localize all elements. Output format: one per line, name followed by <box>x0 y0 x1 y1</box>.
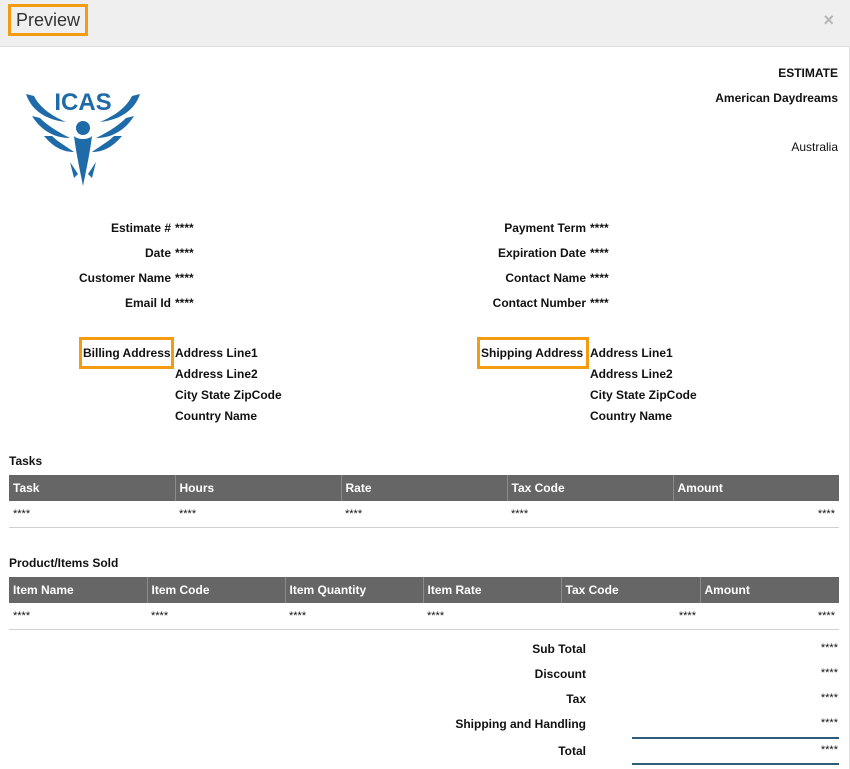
hours-cell: **** <box>175 501 341 528</box>
billing-address-line2: Address Line2 <box>175 367 258 381</box>
shipping-city-state-zip: City State ZipCode <box>590 388 697 402</box>
item-name-cell: **** <box>9 603 147 630</box>
company-country: Australia <box>791 140 838 154</box>
document-type: ESTIMATE <box>778 66 838 80</box>
company-name: American Daydreams <box>715 91 838 105</box>
preview-modal: Preview × ICAS ESTIMATE American Daydrea… <box>0 0 850 769</box>
contact-name-value: **** <box>590 271 609 285</box>
tasks-col-hours: Hours <box>175 475 342 501</box>
email-id-label: Email Id <box>124 296 171 310</box>
discount-value: **** <box>820 667 838 679</box>
customer-name-value: **** <box>175 271 194 285</box>
amount-cell: **** <box>673 501 839 528</box>
logo-text: ICAS <box>54 89 111 116</box>
company-logo: ICAS <box>26 89 140 186</box>
item-rate-cell: **** <box>423 603 561 630</box>
shipping-country: Country Name <box>590 409 673 423</box>
modal-title: Preview <box>8 4 89 36</box>
total-bottom-divider <box>632 763 839 765</box>
tasks-table: Task Hours Rate Tax Code Amount **** ***… <box>9 475 839 528</box>
products-col-item-rate: Item Rate <box>423 577 562 603</box>
total-label: Total <box>558 744 586 758</box>
tasks-title: Tasks <box>9 454 43 468</box>
billing-city-state-zip: City State ZipCode <box>175 388 282 402</box>
estimate-number-label: Estimate # <box>110 221 171 235</box>
amount-cell: **** <box>700 603 839 630</box>
contact-number-label: Contact Number <box>492 296 586 310</box>
subtotal-label: Sub Total <box>532 642 586 656</box>
tasks-col-tax-code: Tax Code <box>507 475 674 501</box>
tax-code-cell: **** <box>507 501 673 528</box>
products-col-item-code: Item Code <box>147 577 286 603</box>
date-label: Date <box>144 246 171 260</box>
date-value: **** <box>175 246 194 260</box>
total-value: **** <box>820 744 838 756</box>
tasks-col-amount: Amount <box>673 475 839 501</box>
billing-address-line1: Address Line1 <box>175 346 258 360</box>
shipping-address-label: Shipping Address <box>477 337 589 369</box>
subtotal-value: **** <box>820 642 838 654</box>
expiration-date-value: **** <box>590 246 609 260</box>
tax-code-cell: **** <box>561 603 700 630</box>
billing-address-label: Billing Address <box>79 337 174 369</box>
estimate-number-value: **** <box>175 221 194 235</box>
tasks-col-rate: Rate <box>341 475 508 501</box>
discount-label: Discount <box>534 667 586 681</box>
shipping-handling-value: **** <box>820 717 838 729</box>
tax-value: **** <box>820 692 838 704</box>
modal-header: Preview × <box>0 0 850 47</box>
payment-term-value: **** <box>590 221 609 235</box>
tasks-header-row: Task Hours Rate Tax Code Amount <box>9 475 839 501</box>
billing-country: Country Name <box>175 409 258 423</box>
contact-name-label: Contact Name <box>505 271 586 285</box>
table-row: **** **** **** **** **** **** <box>9 603 839 630</box>
item-quantity-cell: **** <box>285 603 423 630</box>
products-table: Item Name Item Code Item Quantity Item R… <box>9 577 839 630</box>
customer-name-label: Customer Name <box>78 271 171 285</box>
close-icon[interactable]: × <box>823 10 834 31</box>
shipping-address-line2: Address Line2 <box>590 367 673 381</box>
tasks-col-task: Task <box>9 475 176 501</box>
expiration-date-label: Expiration Date <box>497 246 586 260</box>
item-code-cell: **** <box>147 603 285 630</box>
task-cell: **** <box>9 501 175 528</box>
total-top-divider <box>632 737 839 739</box>
email-id-value: **** <box>175 296 194 310</box>
table-row: **** **** **** **** **** <box>9 501 839 528</box>
shipping-address-line1: Address Line1 <box>590 346 673 360</box>
products-col-tax-code: Tax Code <box>561 577 701 603</box>
contact-number-value: **** <box>590 296 609 310</box>
products-header-row: Item Name Item Code Item Quantity Item R… <box>9 577 839 603</box>
payment-term-label: Payment Term <box>504 221 586 235</box>
shipping-handling-label: Shipping and Handling <box>455 717 586 731</box>
products-col-item-quantity: Item Quantity <box>285 577 424 603</box>
products-title: Product/Items Sold <box>9 556 119 570</box>
products-col-item-name: Item Name <box>9 577 148 603</box>
tax-label: Tax <box>566 692 586 706</box>
products-col-amount: Amount <box>700 577 839 603</box>
rate-cell: **** <box>341 501 507 528</box>
